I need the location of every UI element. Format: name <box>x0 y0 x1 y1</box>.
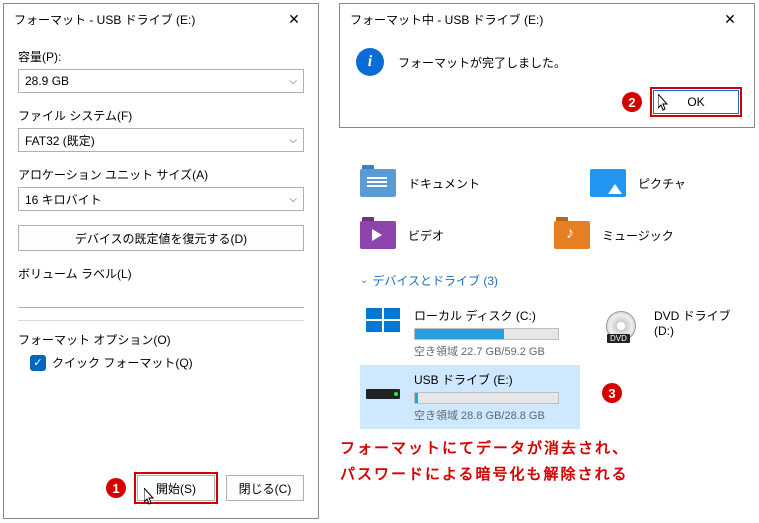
drive-usage-bar <box>414 328 559 340</box>
quick-format-label: クイック フォーマット(Q) <box>52 354 193 371</box>
quick-format-checkbox[interactable]: ✓ <box>30 355 46 371</box>
allocation-label: アロケーション ユニット サイズ(A) <box>18 166 304 183</box>
close-icon[interactable]: ✕ <box>712 7 748 31</box>
format-dialog-title: フォーマット - USB ドライブ (E:) <box>14 11 276 28</box>
annotation-highlight-start: 開始(S) <box>134 472 218 504</box>
filesystem-value: FAT32 (既定) <box>25 132 95 149</box>
chevron-down-icon: ⌵ <box>289 194 297 205</box>
volume-label-input[interactable] <box>18 286 304 308</box>
filesystem-label: ファイル システム(F) <box>18 107 304 124</box>
drive-local-c[interactable]: ローカル ディスク (C:) 空き領域 22.7 GB/59.2 GB <box>360 301 580 365</box>
filesystem-dropdown[interactable]: FAT32 (既定) ⌵ <box>18 128 304 152</box>
annotation-badge-1: 1 <box>106 478 126 498</box>
annotation-badge-2: 2 <box>622 92 642 112</box>
confirm-dialog-title: フォーマット中 - USB ドライブ (E:) <box>350 11 712 28</box>
volume-label-label: ボリューム ラベル(L) <box>18 265 304 282</box>
folder-pictures[interactable]: ピクチャ <box>590 168 686 198</box>
confirm-dialog: フォーマット中 - USB ドライブ (E:) ✕ i フォーマットが完了しまし… <box>339 3 755 128</box>
annotation-highlight-ok: OK <box>650 87 742 117</box>
format-options-label: フォーマット オプション(O) <box>18 331 304 348</box>
allocation-value: 16 キロバイト <box>25 191 102 208</box>
annotation-text: フォーマットにてデータが消去され、 パスワードによる暗号化も解除される <box>340 436 629 487</box>
divider <box>18 320 304 321</box>
videos-icon <box>360 220 396 250</box>
local-disk-icon <box>366 307 402 335</box>
chevron-down-icon: ⌵ <box>289 135 297 146</box>
restore-defaults-button[interactable]: デバイスの既定値を復元する(D) <box>18 225 304 251</box>
format-dialog: フォーマット - USB ドライブ (E:) ✕ 容量(P): 28.9 GB … <box>3 3 319 519</box>
folder-music[interactable]: ミュージック <box>554 220 674 250</box>
ok-button[interactable]: OK <box>653 90 739 114</box>
pictures-icon <box>590 168 626 198</box>
annotation-badge-3: 3 <box>602 383 622 403</box>
documents-icon <box>360 168 396 198</box>
dvd-drive-icon: DVD <box>606 307 642 341</box>
capacity-value: 28.9 GB <box>25 74 69 88</box>
cursor-icon <box>658 94 672 115</box>
start-button[interactable]: 開始(S) <box>137 475 215 501</box>
allocation-dropdown[interactable]: 16 キロバイト ⌵ <box>18 187 304 211</box>
cursor-icon <box>144 488 158 506</box>
capacity-dropdown[interactable]: 28.9 GB ⌵ <box>18 69 304 93</box>
format-dialog-titlebar: フォーマット - USB ドライブ (E:) ✕ <box>4 4 318 34</box>
explorer-area: ドキュメント ピクチャ ビデオ ミュージック ⌄ デバイスとドライブ (3) <box>360 168 750 429</box>
close-icon[interactable]: ✕ <box>276 7 312 31</box>
folder-videos[interactable]: ビデオ <box>360 220 444 250</box>
drive-usage-bar <box>414 392 559 404</box>
chevron-down-icon: ⌵ <box>289 76 297 87</box>
usb-drive-icon <box>366 371 402 399</box>
capacity-label: 容量(P): <box>18 48 304 65</box>
devices-section-header[interactable]: ⌄ デバイスとドライブ (3) <box>360 272 750 289</box>
chevron-down-icon: ⌄ <box>360 275 368 286</box>
confirm-dialog-titlebar: フォーマット中 - USB ドライブ (E:) ✕ <box>340 4 754 34</box>
close-button[interactable]: 閉じる(C) <box>226 475 304 501</box>
info-icon: i <box>356 48 384 76</box>
folder-documents[interactable]: ドキュメント <box>360 168 480 198</box>
music-icon <box>554 220 590 250</box>
confirm-message: フォーマットが完了しました。 <box>398 54 566 71</box>
drive-dvd-d[interactable]: DVD DVD ドライブ (D:) <box>600 301 750 429</box>
drive-usb-e[interactable]: USB ドライブ (E:) 空き領域 28.8 GB/28.8 GB <box>360 365 580 429</box>
